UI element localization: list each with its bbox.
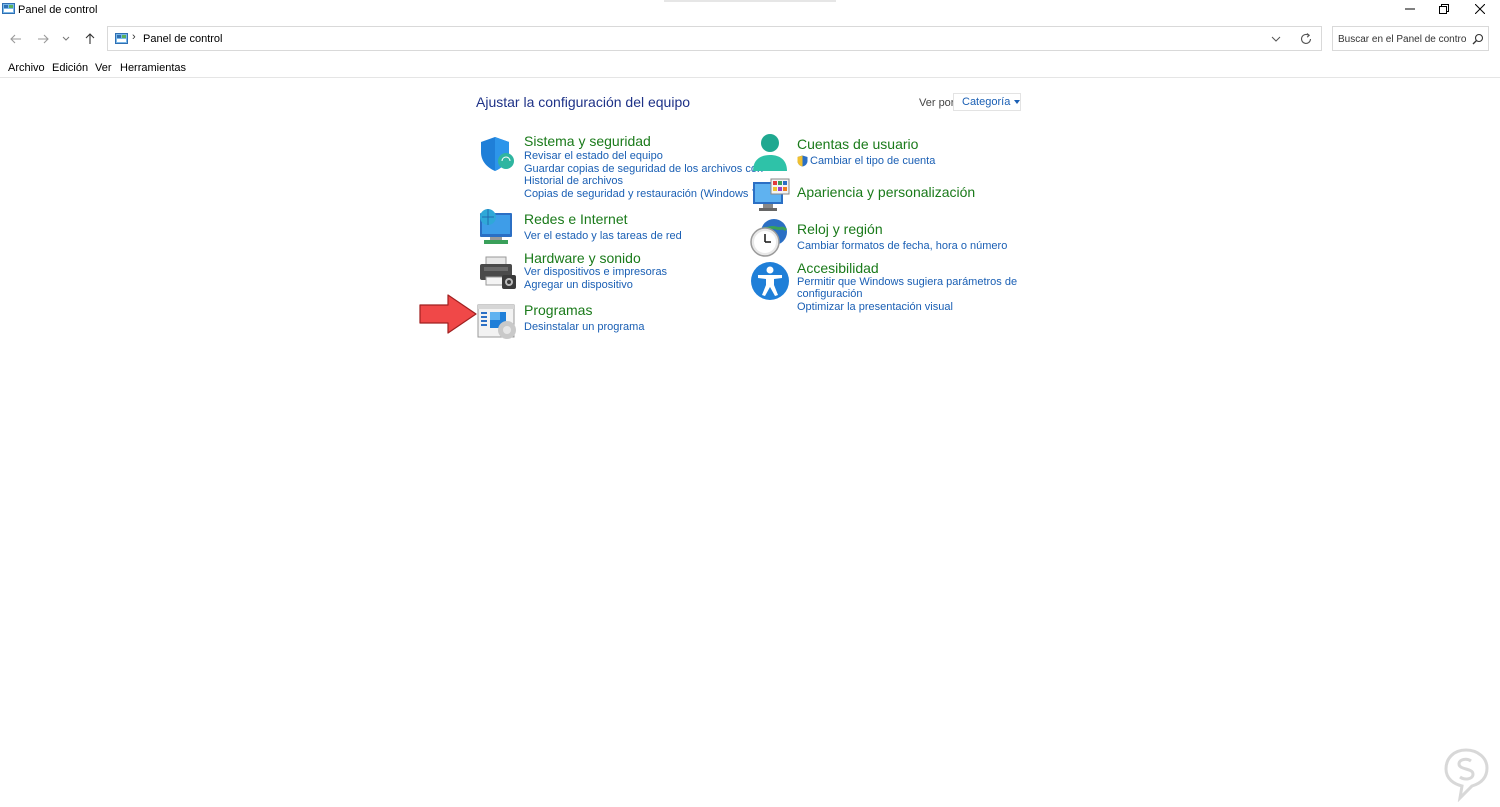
link-change-formats[interactable]: Cambiar formatos de fecha, hora o número (797, 240, 1007, 252)
category-network-internet[interactable]: Redes e Internet (524, 211, 628, 227)
clock-globe-icon[interactable] (750, 218, 790, 258)
printer-icon[interactable] (478, 253, 518, 293)
menu-archivo[interactable]: Archivo (8, 62, 45, 74)
title-bar: Panel de control (0, 0, 1500, 22)
minimize-icon (1405, 8, 1415, 10)
chevron-down-icon (62, 36, 70, 41)
category-programs[interactable]: Programas (524, 302, 592, 318)
menu-herramientas[interactable]: Herramientas (120, 62, 186, 74)
annotation-arrow-icon (419, 294, 477, 334)
link-uninstall-program[interactable]: Desinstalar un programa (524, 321, 644, 333)
link-review-status[interactable]: Revisar el estado del equipo (524, 150, 663, 162)
menu-edicion[interactable]: Edición (52, 62, 88, 74)
link-windows-suggest-cont[interactable]: configuración (797, 288, 862, 300)
programs-icon[interactable] (477, 302, 517, 342)
forward-button[interactable] (33, 30, 53, 48)
close-button[interactable] (1462, 0, 1498, 18)
category-hardware-sound[interactable]: Hardware y sonido (524, 250, 641, 266)
monitor-palette-icon[interactable] (751, 178, 791, 218)
link-change-account-type[interactable]: Cambiar el tipo de cuenta (810, 155, 935, 167)
control-panel-icon (115, 33, 128, 44)
menu-ver[interactable]: Ver (95, 62, 112, 74)
view-by-value: Categoría (962, 96, 1011, 108)
snap-hint (664, 0, 836, 2)
user-icon[interactable] (750, 133, 790, 173)
chevron-down-icon[interactable] (1269, 33, 1283, 45)
link-backup-restore[interactable]: Copias de seguridad y restauración (Wind… (524, 188, 761, 200)
search-input[interactable] (1338, 32, 1466, 46)
shield-icon[interactable] (477, 134, 517, 174)
recent-locations-button[interactable] (58, 30, 74, 48)
page-title: Ajustar la configuración del equipo (476, 94, 691, 110)
address-bar[interactable]: › Panel de control (107, 26, 1322, 51)
category-system-security[interactable]: Sistema y seguridad (524, 133, 651, 149)
arrow-right-icon (38, 34, 49, 44)
caret-down-icon (1014, 100, 1021, 105)
link-optimize-display[interactable]: Optimizar la presentación visual (797, 301, 953, 313)
control-panel-icon (2, 3, 15, 14)
up-button[interactable] (80, 30, 100, 48)
globe-monitor-icon[interactable] (476, 207, 516, 247)
link-add-device[interactable]: Agregar un dispositivo (524, 279, 633, 291)
search-box[interactable] (1332, 26, 1489, 51)
breadcrumb-separator[interactable]: › (132, 31, 136, 43)
back-button[interactable] (6, 30, 26, 48)
link-windows-suggest[interactable]: Permitir que Windows sugiera parámetros … (797, 276, 1017, 288)
search-icon[interactable] (1472, 33, 1484, 45)
link-devices-printers[interactable]: Ver dispositivos e impresoras (524, 266, 667, 278)
link-file-history[interactable]: Historial de archivos (524, 175, 623, 187)
restore-button[interactable] (1426, 0, 1462, 18)
menu-divider (0, 77, 1500, 78)
category-clock-region[interactable]: Reloj y región (797, 221, 883, 237)
watermark-logo (1444, 748, 1489, 802)
view-by-label: Ver por: (919, 97, 958, 109)
link-network-status[interactable]: Ver el estado y las tareas de red (524, 230, 682, 242)
view-by-dropdown[interactable]: Categoría (953, 93, 1021, 111)
close-icon (1475, 4, 1485, 14)
category-appearance[interactable]: Apariencia y personalización (797, 184, 975, 200)
arrow-left-icon (10, 34, 21, 44)
restore-icon (1439, 4, 1449, 14)
link-backup-files[interactable]: Guardar copias de seguridad de los archi… (524, 163, 763, 175)
uac-shield-icon (797, 155, 808, 167)
breadcrumb-control-panel[interactable]: Panel de control (143, 33, 223, 45)
refresh-icon[interactable] (1299, 32, 1313, 46)
arrow-up-icon (85, 33, 95, 44)
category-user-accounts[interactable]: Cuentas de usuario (797, 136, 918, 152)
minimize-button[interactable] (1392, 0, 1428, 18)
category-accessibility[interactable]: Accesibilidad (797, 260, 879, 276)
accessibility-icon[interactable] (750, 261, 790, 301)
window-title: Panel de control (18, 4, 98, 16)
